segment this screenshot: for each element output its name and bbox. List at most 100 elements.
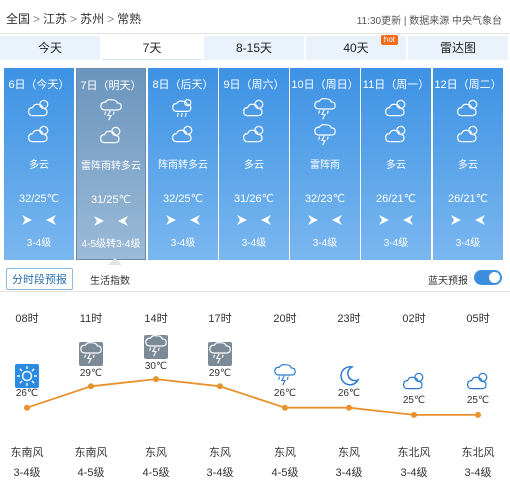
hour-wind-level: 3-4级 <box>400 467 428 479</box>
forecast-day-card[interactable]: 8日（后天） 阵雨转多云 32/25℃ 3-4级 <box>148 68 218 260</box>
forecast-date: 10日（周日） <box>291 79 359 91</box>
hour-wind-level: 3-4级 <box>206 467 234 479</box>
forecast-wind-level: 3-4级 <box>241 238 267 249</box>
hour-wind-level: 3-4级 <box>13 467 41 479</box>
hour-wind: 东风 <box>338 447 360 459</box>
bluesky-toggle[interactable] <box>474 270 502 285</box>
thunderstorm-icon <box>144 335 168 360</box>
hour-wind: 东北风 <box>397 447 431 459</box>
forecast-day-card[interactable]: 7日（明天） 雷阵雨转多云 31/25℃ 4-5级转3-4级 <box>76 68 146 260</box>
cloudy-night-icon <box>219 124 289 147</box>
temperature-point <box>475 411 481 418</box>
tab-7day[interactable]: 7天 <box>102 36 204 60</box>
temperature-point <box>24 404 30 411</box>
sunny-icon <box>15 363 39 388</box>
cloudy-night-icon <box>402 371 426 395</box>
forecast-wind-level: 4-5级转3-4级 <box>81 239 141 250</box>
forecast-desc: 多云 <box>458 160 478 171</box>
hour-wind-level: 3-4级 <box>335 467 363 479</box>
forecast-day-card[interactable]: 6日（今天） 多云 32/25℃ 3-4级 <box>4 68 74 260</box>
cloudy-night-icon <box>148 124 218 147</box>
hour-temp: 26℃ <box>273 387 297 399</box>
hour-wind: 东风 <box>145 447 167 459</box>
thunderstorm-icon <box>290 124 360 149</box>
partly-cloudy-icon <box>433 98 503 121</box>
forecast-desc: 雷阵雨转多云 <box>81 161 141 172</box>
partly-cloudy-icon <box>4 98 74 121</box>
wind-arrow-icon <box>189 214 201 229</box>
wind-direction <box>148 214 218 229</box>
forecast-tabs: 今天 7天 8-15天 40天 hot 雷达图 <box>0 35 510 60</box>
forecast-desc: 雷阵雨 <box>310 160 340 171</box>
forecast-temp: 31/25℃ <box>91 194 131 206</box>
tab-today[interactable]: 今天 <box>0 36 102 60</box>
breadcrumb-province[interactable]: 江苏 <box>43 12 67 26</box>
forecast-desc: 多云 <box>29 160 49 171</box>
wind-arrow-icon <box>117 215 129 230</box>
hour-wind: 东风 <box>274 447 296 459</box>
partly-cloudy-icon <box>219 98 289 121</box>
hour-wind-level: 4-5级 <box>77 467 105 479</box>
forecast-cards: 6日（今天） 多云 32/25℃ 3-4级 7日（明天） 雷阵雨转多云 31/25℃ 4-5级… <box>4 68 506 260</box>
wind-arrow-icon <box>165 214 177 229</box>
wind-arrow-icon <box>45 214 57 229</box>
hot-badge: hot <box>380 35 398 45</box>
forecast-day-card[interactable]: 12日（周二） 多云 26/21℃ 3-4级 <box>433 68 503 260</box>
update-info: 11:30更新 | 数据来源 中央气象台 <box>356 16 502 27</box>
hour-temp: 26℃ <box>337 387 361 399</box>
tab-radar[interactable]: 雷达图 <box>408 36 510 60</box>
cloudy-night-icon <box>4 124 74 147</box>
forecast-wind-level: 3-4级 <box>383 238 409 249</box>
wind-direction <box>4 214 74 229</box>
thunderstorm-icon <box>77 99 145 124</box>
partly-cloudy-icon <box>361 98 431 121</box>
tab-hourly-forecast[interactable]: 分时段预报 <box>6 268 73 290</box>
thunderstorm-icon <box>208 342 232 367</box>
forecast-day-card[interactable]: 10日（周日） 雷阵雨 32/23℃ 3-4级 <box>290 68 360 260</box>
hour-label: 02时 <box>402 313 426 325</box>
forecast-desc: 多云 <box>244 160 264 171</box>
thunderstorm-icon <box>290 98 360 123</box>
wind-arrow-icon <box>307 214 319 229</box>
hour-label: 08时 <box>15 313 39 325</box>
hour-wind: 东南风 <box>10 447 44 459</box>
moon-icon <box>337 364 361 388</box>
breadcrumb-separator: > <box>33 12 41 26</box>
forecast-date: 6日（今天） <box>8 79 70 91</box>
tab-life-index[interactable]: 生活指数 <box>90 272 130 287</box>
hour-wind: 东南风 <box>74 447 108 459</box>
forecast-temp: 32/25℃ <box>19 193 59 205</box>
hour-label: 11时 <box>79 313 103 325</box>
temperature-point <box>282 404 288 411</box>
forecast-temp: 32/23℃ <box>305 193 345 205</box>
tab-40day[interactable]: 40天 hot <box>306 35 408 60</box>
forecast-date: 11日（周一） <box>362 79 430 91</box>
thunderstorm-icon <box>79 342 103 367</box>
cloudy-night-icon <box>433 124 503 147</box>
wind-arrow-icon <box>474 214 486 229</box>
forecast-day-card[interactable]: 9日（周六） 多云 31/26℃ 3-4级 <box>219 68 289 260</box>
hour-temp: 25℃ <box>402 394 426 406</box>
temperature-point <box>217 383 223 390</box>
hour-temp: 26℃ <box>15 387 39 399</box>
sub-bar: 分时段预报 生活指数 蓝天预报 <box>0 264 510 292</box>
hour-label: 20时 <box>273 313 297 325</box>
forecast-temp: 26/21℃ <box>448 193 488 205</box>
temperature-point <box>411 411 417 418</box>
breadcrumb-city[interactable]: 苏州 <box>80 12 104 26</box>
cloudy-night-icon <box>466 371 490 395</box>
wind-direction <box>77 215 145 230</box>
forecast-temp: 32/25℃ <box>163 193 203 205</box>
breadcrumb-country[interactable]: 全国 <box>6 12 30 26</box>
hour-temp: 30℃ <box>144 361 168 373</box>
forecast-wind-level: 3-4级 <box>26 238 52 249</box>
tab-8-15day[interactable]: 8-15天 <box>204 36 306 60</box>
forecast-day-card[interactable]: 11日（周一） 多云 26/21℃ 3-4级 <box>361 68 431 260</box>
forecast-desc: 多云 <box>386 160 406 171</box>
hour-label: 05时 <box>466 313 490 325</box>
wind-arrow-icon <box>93 215 105 230</box>
wind-arrow-icon <box>260 214 272 229</box>
hour-temp: 29℃ <box>208 368 232 380</box>
forecast-date: 7日（明天） <box>80 80 142 92</box>
breadcrumb-district: 常熟 <box>117 12 142 26</box>
